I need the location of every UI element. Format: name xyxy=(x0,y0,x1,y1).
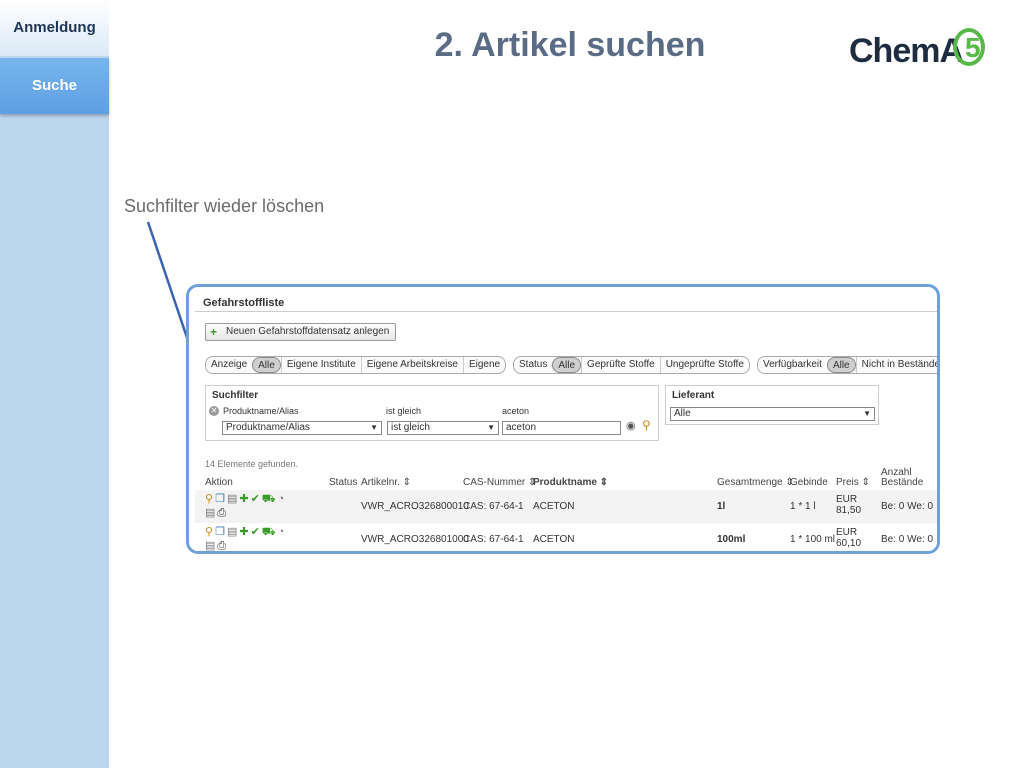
suchfilter-title: Suchfilter xyxy=(212,390,259,401)
filter-op-select[interactable]: ist gleich ▼ xyxy=(387,421,499,435)
col-produktname[interactable]: Produktname ⇕ xyxy=(533,477,608,488)
lieferant-title: Lieferant xyxy=(672,390,715,401)
filter-anzeige: Anzeige Alle Eigene Institute Eigene Arb… xyxy=(205,356,507,374)
filter-value-input[interactable]: aceton xyxy=(502,421,621,435)
row-actions: ⚲ ❐ ▤ ✚ ✔ ⛟ ◔ ▤ ⎙ xyxy=(205,492,315,520)
cell-produktname: ACETON xyxy=(533,501,575,512)
filter-value-label: aceton xyxy=(502,406,530,416)
col-gebinde: Gebinde xyxy=(790,477,828,488)
sidebar: Anmeldung Suche xyxy=(0,0,109,768)
row-actions: ⚲ ❐ ▤ ✚ ✔ ⛟ ◔ ▤ ⎙ xyxy=(205,525,315,551)
filter-anzeige-eigene[interactable]: Eigene xyxy=(462,357,505,373)
table-row[interactable]: ⚲ ❐ ▤ ✚ ✔ ⛟ ◔ ▤ ⎙ VWR_ACRO326800010 CAS: 67-64-… xyxy=(195,490,937,523)
logo: ChemA 5 xyxy=(849,28,989,73)
check-icon[interactable]: ✔ xyxy=(251,492,260,506)
filter-anzeige-institute[interactable]: Eigene Institute xyxy=(280,357,361,373)
chevron-down-icon: ▼ xyxy=(370,423,378,432)
cell-preis-currency: EUR xyxy=(836,494,858,505)
filter-status: Status Alle Geprüfte Stoffe Ungeprüfte S… xyxy=(513,356,750,374)
table-row[interactable]: ⚲ ❐ ▤ ✚ ✔ ⛟ ◔ ▤ ⎙ VWR_ACRO326801000 CAS: 67-64-… xyxy=(195,523,937,551)
cell-gebinde: 1 * 1 l xyxy=(790,501,816,512)
filter-anzeige-arbeitskreise[interactable]: Eigene Arbeitskreise xyxy=(360,357,463,373)
cell-gesamtmenge: 100ml xyxy=(717,534,746,545)
col-cas[interactable]: CAS-Nummer ⇕ xyxy=(463,477,536,488)
document-icon[interactable]: ▤ xyxy=(227,525,237,539)
col-gesamtmenge[interactable]: Gesamtmenge ⇕ xyxy=(717,477,794,488)
disposal-icon[interactable]: ◔ xyxy=(278,525,285,539)
cell-preis: 81,50 xyxy=(836,505,862,516)
col-artikelnr[interactable]: Artikelnr. ⇕ xyxy=(361,477,411,488)
nav-item-anmeldung[interactable]: Anmeldung xyxy=(0,0,109,56)
add-icon[interactable]: ✚ xyxy=(239,525,248,539)
search-icon[interactable]: ⚲ xyxy=(205,525,213,539)
pdf-icon[interactable]: ▤ xyxy=(205,539,215,551)
filter-anzeige-alle[interactable]: Alle xyxy=(252,357,281,373)
col-status[interactable]: Status xyxy=(329,477,357,488)
cell-cas: CAS: 67-64-1 xyxy=(463,501,524,512)
lieferant-select[interactable]: Alle ▼ xyxy=(670,407,875,421)
copy-icon[interactable]: ❐ xyxy=(215,492,225,506)
filter-status-ungeprueft[interactable]: Ungeprüfte Stoffe xyxy=(659,357,749,373)
cell-cas: CAS: 67-64-1 xyxy=(463,534,524,545)
lieferant-value: Alle xyxy=(674,408,691,419)
search-icon[interactable]: ⚲ xyxy=(205,492,213,506)
filter-status-label: Status xyxy=(519,359,548,370)
cell-gesamtmenge: 1l xyxy=(717,501,726,512)
filter-verfuegbarkeit-nicht[interactable]: Nicht in Beständen xyxy=(855,357,937,373)
filter-field-select[interactable]: Produktname/Alias ▼ xyxy=(222,421,382,435)
disposal-icon[interactable]: ◔ xyxy=(278,492,285,506)
chevron-down-icon: ▼ xyxy=(863,409,871,418)
new-record-button[interactable]: + Neuen Gefahrstoffdatensatz anlegen xyxy=(205,323,397,341)
page-title: 2. Artikel suchen xyxy=(434,26,706,64)
pdf-icon[interactable]: ▤ xyxy=(205,506,215,520)
filter-input-text: aceton xyxy=(506,422,537,433)
new-record-label: Neuen Gefahrstoffdatensatz anlegen xyxy=(226,326,390,337)
cell-artikelnr: VWR_ACRO326800010 xyxy=(361,501,469,512)
logo-text: ChemA xyxy=(849,32,964,70)
screenshot-frame: Gefahrstoffliste + Neuen Gefahrstoffdate… xyxy=(186,284,940,554)
filter-op-value: ist gleich xyxy=(391,422,430,433)
filter-anzeige-label: Anzeige xyxy=(211,359,248,370)
nav-item-suche[interactable]: Suche xyxy=(0,58,109,114)
document-icon[interactable]: ▤ xyxy=(227,492,237,506)
col-aktion: Aktion xyxy=(205,477,233,488)
check-icon[interactable]: ✔ xyxy=(251,525,260,539)
cart-icon[interactable]: ⛟ xyxy=(262,492,276,506)
cell-bestaende: Be: 0 We: 0 xyxy=(881,501,934,512)
filter-field-value: Produktname/Alias xyxy=(226,422,310,433)
logo-number: 5 xyxy=(965,32,981,63)
filter-field-label: Produktname/Alias xyxy=(223,406,299,416)
chevron-down-icon: ▼ xyxy=(487,423,495,432)
col-bestaende: Bestände xyxy=(881,477,924,488)
clear-filter-icon[interactable]: ✕ xyxy=(209,406,219,416)
filter-status-alle[interactable]: Alle xyxy=(552,357,582,373)
filter-verfuegbarkeit-label: Verfügbarkeit xyxy=(763,359,822,370)
filter-status-geprueft[interactable]: Geprüfte Stoffe xyxy=(581,357,660,373)
divider xyxy=(195,311,937,312)
col-preis[interactable]: Preis ⇕ xyxy=(836,477,870,488)
filter-verfuegbarkeit: Verfügbarkeit Alle Nicht in Beständen xyxy=(757,356,937,374)
search-icon[interactable]: ⚲ xyxy=(642,418,651,432)
suchfilter-box: Suchfilter ✕ Produktname/Alias ist gleic… xyxy=(205,385,659,441)
print-icon[interactable]: ⎙ xyxy=(217,506,226,520)
cell-preis-currency: EUR xyxy=(836,527,858,538)
print-icon[interactable]: ⎙ xyxy=(217,539,226,551)
cell-artikelnr: VWR_ACRO326801000 xyxy=(361,534,469,545)
filter-op-label: ist gleich xyxy=(386,406,422,416)
lieferant-box: Lieferant Alle ▼ xyxy=(665,385,879,425)
copy-icon[interactable]: ❐ xyxy=(215,525,225,539)
cell-bestaende: Be: 0 We: 0 xyxy=(881,534,934,545)
cart-icon[interactable]: ⛟ xyxy=(262,525,276,539)
cell-gebinde: 1 * 100 ml xyxy=(790,534,836,545)
add-document-icon: + xyxy=(210,325,218,339)
result-count: 14 Elemente gefunden. xyxy=(205,459,299,469)
cell-produktname: ACETON xyxy=(533,534,575,545)
panel-title: Gefahrstoffliste xyxy=(203,297,285,309)
annotation-text: Suchfilter wieder löschen xyxy=(124,196,325,216)
toggle-visibility-icon[interactable]: ◉ xyxy=(626,419,636,432)
add-icon[interactable]: ✚ xyxy=(239,492,248,506)
filter-verfuegbarkeit-alle[interactable]: Alle xyxy=(826,357,856,373)
cell-preis: 60,10 xyxy=(836,538,862,549)
